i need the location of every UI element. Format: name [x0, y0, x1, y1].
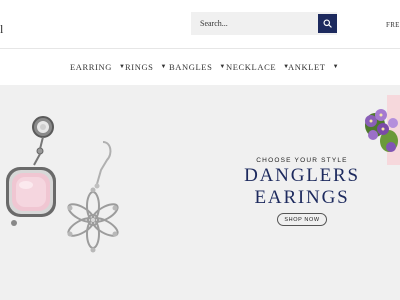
caret-down-icon: ▼ [160, 64, 168, 70]
caret-down-icon: ▼ [332, 64, 340, 70]
search-bar [191, 12, 337, 35]
search-icon [323, 19, 332, 28]
hero-title-line1: DANGLERS [244, 165, 360, 186]
nav-item-label: NECKLACE [226, 62, 277, 72]
nav-item-label: EARRING [70, 62, 112, 72]
hero-title-line2: EARINGS [254, 187, 350, 208]
main-nav: EARRING ▼ RINGS ▼ BANGLES ▼ NECKLACE ▼ A… [0, 49, 400, 85]
nav-item-bangles[interactable]: BANGLES ▼ [169, 62, 226, 72]
site-header: l FREE [0, 0, 400, 48]
caret-down-icon: ▼ [219, 64, 226, 70]
search-input[interactable] [191, 12, 317, 35]
header-free-link[interactable]: FREE [386, 21, 400, 29]
nav-item-anklet[interactable]: ANKLET ▼ [288, 62, 339, 72]
nav-item-rings[interactable]: RINGS ▼ [125, 62, 167, 72]
nav-item-label: ANKLET [288, 62, 326, 72]
nav-item-label: RINGS [125, 62, 154, 72]
logo[interactable]: l [0, 22, 3, 37]
search-button[interactable] [318, 14, 337, 33]
purple-flowers-image [365, 95, 400, 165]
hero-kicker: CHOOSE YOUR STYLE [256, 157, 348, 164]
nav-item-label: BANGLES [169, 62, 213, 72]
nav-item-necklace[interactable]: NECKLACE ▼ [226, 62, 290, 72]
silver-snowflake-earring-image [67, 141, 119, 253]
shop-now-button[interactable]: SHOP NOW [277, 213, 327, 226]
hero-banner[interactable]: CHOOSE YOUR STYLE DANGLERS EARINGS SHOP … [0, 85, 400, 300]
nav-item-earring[interactable]: EARRING ▼ [70, 62, 126, 72]
